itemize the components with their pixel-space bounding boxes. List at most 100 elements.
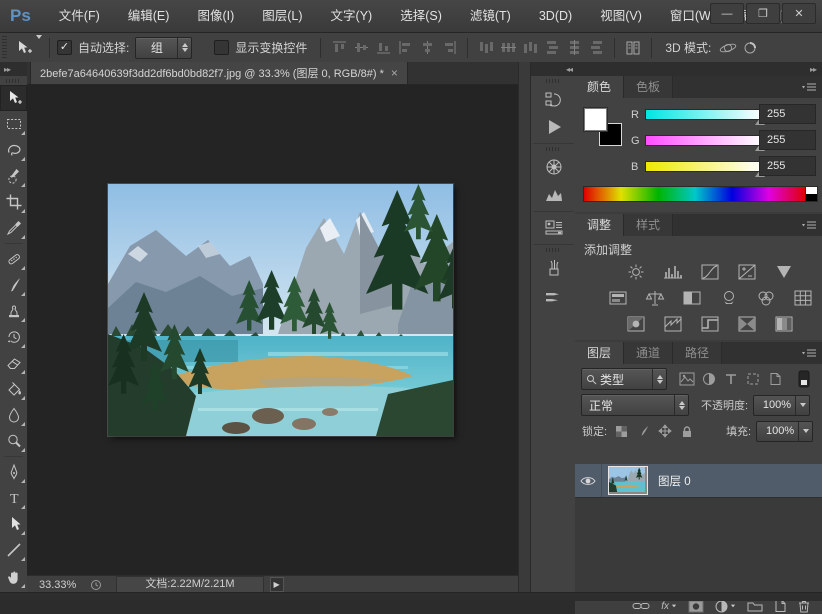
lasso-tool[interactable] <box>0 137 27 163</box>
red-slider[interactable] <box>645 109 763 120</box>
minimize-button[interactable]: — <box>710 3 744 24</box>
tab-styles[interactable]: 样式 <box>624 214 673 236</box>
channel-mixer-icon[interactable] <box>753 288 779 308</box>
opacity-dropdown[interactable]: 100% <box>753 395 810 416</box>
line-tool[interactable] <box>0 537 27 563</box>
filter-type-layers-icon[interactable] <box>721 370 741 388</box>
toolbar-collapse-button[interactable]: ▸▸ <box>0 62 27 76</box>
menu-item-view[interactable]: 视图(V) <box>586 0 656 32</box>
move-tool-preset-icon[interactable] <box>14 39 34 57</box>
layer-name[interactable]: 图层 0 <box>658 473 691 489</box>
menu-item-layer[interactable]: 图层(L) <box>248 0 316 32</box>
foreground-background-swatches[interactable] <box>584 108 622 146</box>
pen-tool[interactable] <box>0 459 27 485</box>
brush-presets-panel-icon[interactable] <box>531 254 576 282</box>
show-transform-checkbox[interactable] <box>214 40 229 55</box>
vibrance-icon[interactable] <box>771 262 797 282</box>
filter-smart-objects-icon[interactable] <box>765 370 785 388</box>
new-group-icon[interactable] <box>747 600 763 612</box>
fill-dropdown[interactable]: 100% <box>756 421 813 442</box>
posterize-icon[interactable] <box>660 314 686 334</box>
auto-align-layers-icon[interactable] <box>624 39 642 57</box>
filter-pixel-layers-icon[interactable] <box>677 370 697 388</box>
tab-adjustments[interactable]: 调整 <box>575 214 624 236</box>
filter-shape-layers-icon[interactable] <box>743 370 763 388</box>
foreground-color-swatch[interactable] <box>584 108 607 131</box>
history-brush-tool[interactable] <box>0 324 27 350</box>
align-right-edges-icon[interactable] <box>440 39 458 57</box>
menu-item-file[interactable]: 文件(F) <box>45 0 114 32</box>
strip-grip[interactable] <box>546 147 561 151</box>
rectangular-marquee-tool[interactable] <box>0 111 27 137</box>
lock-transparency-icon[interactable] <box>611 422 631 440</box>
layer-row-0[interactable]: 图层 0 <box>575 464 822 498</box>
curves-icon[interactable] <box>697 262 723 282</box>
status-flyout-button[interactable]: ▶ <box>270 577 284 592</box>
threshold-icon[interactable] <box>697 314 723 334</box>
distribute-top-edges-icon[interactable] <box>477 39 495 57</box>
eyedropper-tool[interactable] <box>0 215 27 241</box>
align-left-edges-icon[interactable] <box>396 39 414 57</box>
brush-tool[interactable] <box>0 272 27 298</box>
distribute-bottom-edges-icon[interactable] <box>521 39 539 57</box>
align-horizontal-centers-icon[interactable] <box>418 39 436 57</box>
panels-collapse-button[interactable]: ▸▸ <box>575 62 822 76</box>
distribute-right-edges-icon[interactable] <box>587 39 605 57</box>
actions-panel-icon[interactable] <box>531 113 576 141</box>
brush-panel-icon[interactable] <box>531 282 576 310</box>
link-layers-icon[interactable] <box>632 601 650 611</box>
auto-select-target-dropdown[interactable]: 组 <box>135 37 192 59</box>
type-tool[interactable]: T <box>0 485 27 511</box>
new-layer-icon[interactable] <box>774 599 787 613</box>
distribute-vertical-centers-icon[interactable] <box>499 39 517 57</box>
tab-layers[interactable]: 图层 <box>575 342 624 364</box>
quick-selection-tool[interactable] <box>0 163 27 189</box>
blue-slider[interactable] <box>645 161 763 172</box>
align-bottom-edges-icon[interactable] <box>374 39 392 57</box>
status-zoom-value[interactable]: 33.33% <box>39 579 76 591</box>
tab-color[interactable]: 颜色 <box>575 76 624 98</box>
eraser-tool[interactable] <box>0 350 27 376</box>
canvas[interactable] <box>27 85 518 575</box>
brightness-contrast-icon[interactable] <box>623 262 649 282</box>
options-bar-grip[interactable] <box>2 36 7 60</box>
black-white-icon[interactable] <box>679 288 705 308</box>
align-vertical-centers-icon[interactable] <box>352 39 370 57</box>
3d-roll-icon[interactable] <box>741 39 759 57</box>
spectrum-end-swatches[interactable] <box>805 186 818 202</box>
layer-style-icon[interactable]: fx <box>661 601 677 612</box>
tab-paths[interactable]: 路径 <box>673 342 722 364</box>
3d-orbit-icon[interactable] <box>719 39 737 57</box>
menu-item-edit[interactable]: 编辑(E) <box>114 0 184 32</box>
distribute-horizontal-centers-icon[interactable] <box>565 39 583 57</box>
paint-bucket-tool[interactable] <box>0 376 27 402</box>
strip-grip[interactable] <box>546 248 561 252</box>
blur-tool[interactable] <box>0 402 27 428</box>
navigator-panel-icon[interactable] <box>531 153 576 181</box>
gradient-map-icon[interactable] <box>734 314 760 334</box>
panel-menu-icon[interactable] <box>801 81 817 93</box>
distribute-left-edges-icon[interactable] <box>543 39 561 57</box>
panel-menu-icon[interactable] <box>801 347 817 359</box>
layer-thumbnail[interactable] <box>608 466 648 495</box>
lock-image-icon[interactable] <box>633 422 653 440</box>
color-lookup-icon[interactable] <box>790 288 816 308</box>
filter-toggle-switch[interactable] <box>794 370 814 388</box>
lock-position-icon[interactable] <box>655 422 675 440</box>
hue-saturation-icon[interactable] <box>605 288 631 308</box>
green-value-field[interactable]: 255 <box>759 130 816 150</box>
menu-item-image[interactable]: 图像(I) <box>183 0 248 32</box>
invert-icon[interactable] <box>623 314 649 334</box>
status-doc-info[interactable]: 文档:2.22M/2.21M <box>116 576 263 593</box>
hand-tool[interactable] <box>0 564 27 590</box>
document-tab[interactable]: 2befe7a64640639f3dd2df6bd0bd82f7.jpg @ 3… <box>30 62 408 84</box>
move-tool[interactable] <box>0 85 27 111</box>
maximize-button[interactable]: ❐ <box>746 3 780 24</box>
layer-visibility-toggle[interactable] <box>575 464 602 497</box>
clone-stamp-tool[interactable] <box>0 298 27 324</box>
panel-menu-icon[interactable] <box>801 219 817 231</box>
tab-swatches[interactable]: 色板 <box>624 76 673 98</box>
menu-item-filter[interactable]: 滤镜(T) <box>456 0 525 32</box>
toolbar-grip[interactable] <box>6 79 21 83</box>
photo-filter-icon[interactable] <box>716 288 742 308</box>
